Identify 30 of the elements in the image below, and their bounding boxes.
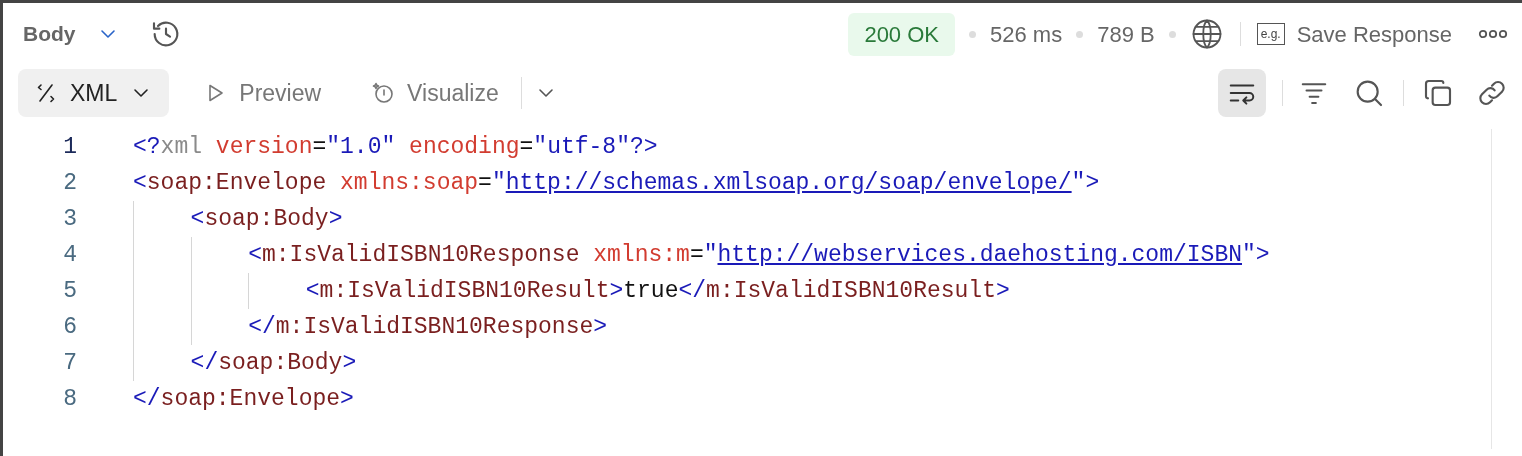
code-line: </soap:Body>: [190, 348, 357, 378]
url-link[interactable]: http://webservices.daehosting.com/ISBN: [717, 237, 1242, 273]
more-icon[interactable]: [1478, 29, 1508, 39]
line-number: 4: [62, 240, 78, 270]
view-tab[interactable]: Preview: [187, 69, 338, 117]
line-number: 3: [62, 204, 78, 234]
section-label: Body: [23, 21, 76, 48]
status-badge: 200 OK: [848, 12, 955, 56]
code-line: </soap:Envelope>: [133, 384, 354, 414]
line-number: 6: [62, 312, 78, 342]
response-time: 526 ms: [990, 20, 1063, 49]
format-dropdown[interactable]: XML: [18, 69, 170, 117]
code-line: </m:IsValidISBN10Response>: [248, 312, 608, 342]
sparkle-icon: [371, 81, 396, 105]
line-number: 8: [62, 384, 78, 414]
copy-icon[interactable]: [1422, 77, 1454, 109]
wrap-text-button[interactable]: [1218, 69, 1266, 117]
code-line: <m:IsValidISBN10Response xmlns:m="http://webservices.daehosting.com/ISBN">: [248, 237, 1270, 273]
code-line: <soap:Envelope xmlns:soap="http://schemas.xmlsoap.org/soap/envelope/">: [133, 165, 1100, 201]
line-number: 1: [62, 132, 78, 162]
view-tab[interactable]: Visualize: [355, 69, 515, 117]
save-response-button[interactable]: e.g. Save Response: [1256, 17, 1452, 51]
line-number: 5: [62, 276, 78, 306]
code-line: <m:IsValidISBN10Result>true</m:IsValidISBN10Result>: [305, 276, 1010, 306]
line-number: 7: [62, 348, 78, 378]
url-link[interactable]: http://schemas.xmlsoap.org/soap/envelope/: [505, 165, 1072, 201]
response-size: 789 B: [1097, 20, 1155, 49]
code-line: <soap:Body>: [190, 204, 343, 234]
line-number: 2: [62, 168, 78, 198]
code-line: <?xml version="1.0" encoding="utf-8"?>: [133, 132, 658, 162]
